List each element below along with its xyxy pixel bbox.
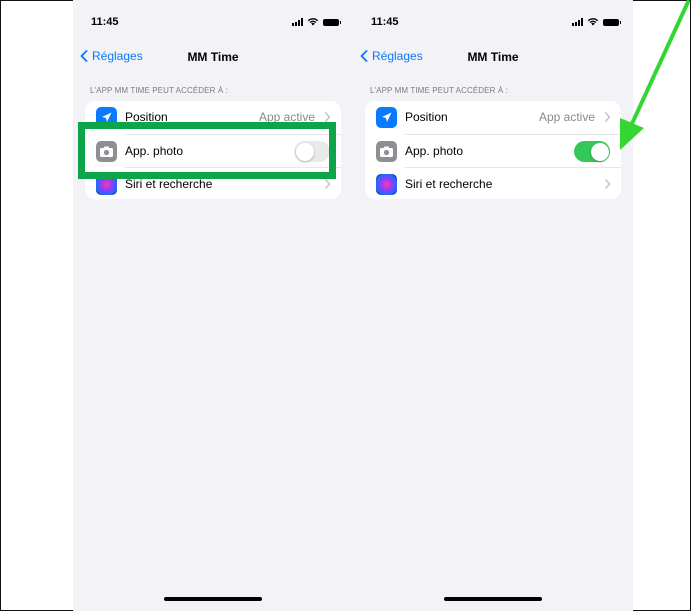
camera-icon [376, 141, 397, 162]
row-camera: App. photo [365, 135, 621, 168]
highlight-box [78, 122, 336, 179]
home-indicator [164, 597, 262, 601]
page-title: MM Time [187, 50, 239, 64]
nav-bar: Réglages MM Time [353, 44, 633, 70]
section-header: L'APP MM TIME PEUT ACCÉDER À : [90, 86, 228, 95]
wifi-icon [587, 18, 599, 26]
status-bar: 11:45 [73, 0, 353, 44]
row-label: App. photo [405, 144, 464, 158]
status-icons [292, 17, 341, 26]
wifi-icon [307, 18, 319, 26]
signal-icon [572, 18, 583, 26]
nav-bar: Réglages MM Time [73, 44, 353, 70]
status-bar: 11:45 [353, 0, 633, 44]
chevron-right-icon [604, 179, 611, 189]
phone-screen-left: 11:45 Réglages MM Time L'APP MM TIME PEU… [73, 0, 353, 611]
status-time: 11:45 [371, 16, 399, 28]
home-indicator [444, 597, 542, 601]
location-arrow-icon [376, 107, 397, 128]
row-position[interactable]: Position App active [365, 101, 621, 134]
siri-icon [376, 174, 397, 195]
row-value: App active [538, 110, 595, 124]
chevron-right-icon [324, 179, 331, 189]
row-label: Siri et recherche [405, 177, 493, 191]
status-time: 11:45 [91, 16, 119, 28]
permissions-list: Position App active App. photo Siri et r… [365, 101, 621, 199]
row-label: Position [405, 110, 448, 124]
signal-icon [292, 18, 303, 26]
battery-icon [323, 19, 341, 26]
section-header: L'APP MM TIME PEUT ACCÉDER À : [370, 86, 508, 95]
page-title: MM Time [467, 50, 519, 64]
phone-screen-right: 11:45 Réglages MM Time L'APP MM TIME PEU… [353, 0, 633, 611]
row-label: Siri et recherche [125, 177, 213, 191]
row-siri[interactable]: Siri et recherche [365, 168, 621, 199]
arrow-icon [620, 0, 690, 150]
